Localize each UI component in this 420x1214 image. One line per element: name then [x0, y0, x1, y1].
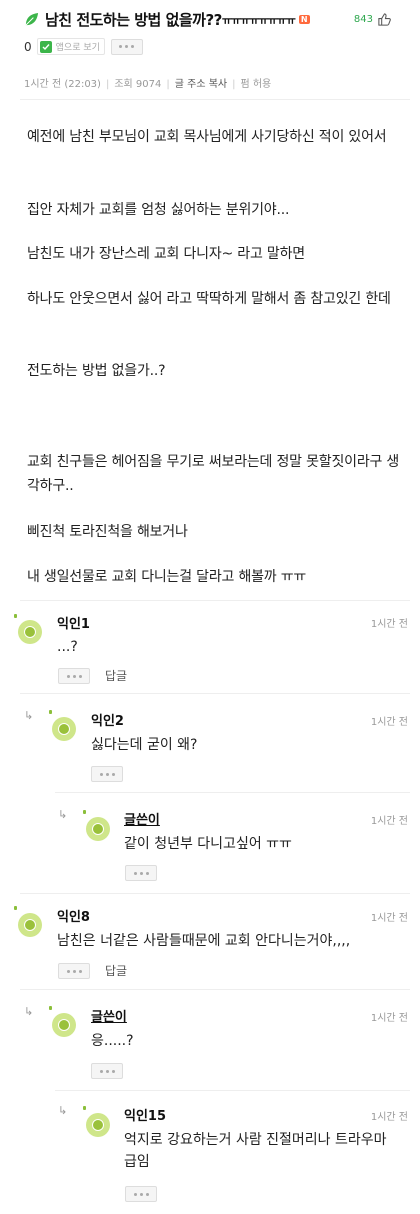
reply-arrow-icon: ↳: [58, 808, 68, 821]
leaf-icon: [25, 12, 39, 26]
comment-text: 싫다는데 굳이 왜?: [91, 737, 198, 753]
comment-author[interactable]: 글쓴이: [124, 809, 160, 828]
comment-author[interactable]: 글쓴이: [91, 1006, 127, 1025]
avatar-icon: [18, 913, 42, 937]
copy-address-link[interactable]: 글 주소 복사: [175, 79, 227, 90]
avatar-icon: [86, 1113, 110, 1137]
comment-count: 0: [24, 39, 32, 54]
check-icon: [39, 40, 52, 53]
divider: [20, 99, 410, 100]
comment-time: 1시간 전: [370, 1112, 408, 1123]
avatar-icon: [52, 717, 76, 741]
comment-author[interactable]: 익인2: [91, 710, 124, 729]
view-count: 조회 9074: [114, 79, 162, 90]
avatar-icon: [18, 620, 42, 644]
comment-text: 남친은 너같은 사람들때문에 교회 안다니는거야,,,,: [57, 933, 351, 949]
body-paragraph: 하나도 안웃으면서 싫어 라고 딱딱하게 말해서 좀 참고있긴 한데: [27, 291, 391, 307]
comment-text: ...?: [57, 639, 78, 655]
body-paragraph: 예전에 남친 부모님이 교회 목사님에게 사기당하신 적이 있어서: [27, 129, 387, 145]
comment-time: 1시간 전: [370, 619, 408, 630]
body-paragraph: 삐진척 토라진척을 해보거나: [27, 524, 188, 540]
more-button[interactable]: [125, 1186, 157, 1202]
reply-arrow-icon: ↳: [24, 1005, 34, 1018]
new-badge: N: [298, 15, 310, 24]
reply-button[interactable]: 답글: [105, 667, 127, 684]
comment-author[interactable]: 익인1: [57, 613, 90, 632]
comment-text: 같이 청년부 다니고싶어 ㅠㅠ: [124, 836, 292, 852]
divider: [55, 1090, 410, 1091]
comment-time: 1시간 전: [370, 816, 408, 827]
post-title-suffix: ㅠㅠㅠㅠㅠㅠㅠㅠ: [221, 13, 296, 27]
body-paragraph: 집안 자체가 교회를 엄청 싫어하는 분위기야...: [27, 202, 290, 218]
divider: [20, 893, 410, 894]
avatar-icon: [86, 817, 110, 841]
more-button[interactable]: [91, 1063, 123, 1079]
divider: [20, 693, 410, 694]
like-button[interactable]: 843: [354, 12, 392, 27]
comment-author[interactable]: 익인8: [57, 906, 90, 925]
body-paragraph: 교회 친구들은 헤어짐을 무기로 써보라는데 정말 못할짓이라구 생각하구..: [27, 454, 400, 494]
post-time: 1시간 전 (22:03): [24, 79, 101, 90]
more-button[interactable]: [125, 865, 157, 881]
more-button[interactable]: [58, 963, 90, 979]
avatar-icon: [52, 1013, 76, 1037]
more-button[interactable]: [58, 668, 90, 684]
like-count: 843: [353, 14, 373, 25]
app-view-button[interactable]: 앱으로 보기: [36, 38, 105, 55]
comment-time: 1시간 전: [370, 717, 408, 728]
post-actions-row: 0 앱으로 보기: [24, 38, 143, 55]
comment-text: 응.....?: [91, 1033, 134, 1049]
comment-author[interactable]: 익인15: [124, 1105, 166, 1124]
post-title: 남친 전도하는 방법 없을까??: [45, 11, 222, 29]
divider: [20, 600, 410, 601]
comment-time: 1시간 전: [370, 1013, 408, 1024]
thumbs-up-icon: [378, 13, 391, 26]
post-header: 남친 전도하는 방법 없을까?? ㅠㅠㅠㅠㅠㅠㅠㅠ N 843 0 앱으로 보기…: [0, 0, 420, 100]
comment-text-line2: 급임: [124, 1154, 150, 1170]
comment-time: 1시간 전: [370, 913, 408, 924]
title-row: 남친 전도하는 방법 없을까?? ㅠㅠㅠㅠㅠㅠㅠㅠ N: [24, 9, 310, 30]
divider: [20, 989, 410, 990]
reply-arrow-icon: ↳: [58, 1104, 68, 1117]
divider: [55, 792, 410, 793]
reply-button[interactable]: 답글: [105, 962, 127, 979]
body-paragraph: 전도하는 방법 없을가..?: [27, 363, 166, 379]
more-button[interactable]: [91, 766, 123, 782]
reply-arrow-icon: ↳: [24, 709, 34, 722]
comment-text: 억지로 강요하는거 사람 진절머리나 트라우마: [124, 1132, 387, 1148]
permission-label: 펌 허용: [240, 79, 272, 90]
post-meta: 1시간 전 (22:03) | 조회 9074 | 글 주소 복사 | 펌 허용: [24, 79, 272, 90]
body-paragraph: 내 생일선물로 교회 다니는걸 달라고 해볼까 ㅠㅠ: [27, 569, 307, 585]
more-button[interactable]: [110, 38, 143, 55]
app-view-label: 앱으로 보기: [55, 43, 100, 53]
body-paragraph: 남친도 내가 장난스레 교회 다니자~ 라고 말하면: [27, 246, 305, 262]
